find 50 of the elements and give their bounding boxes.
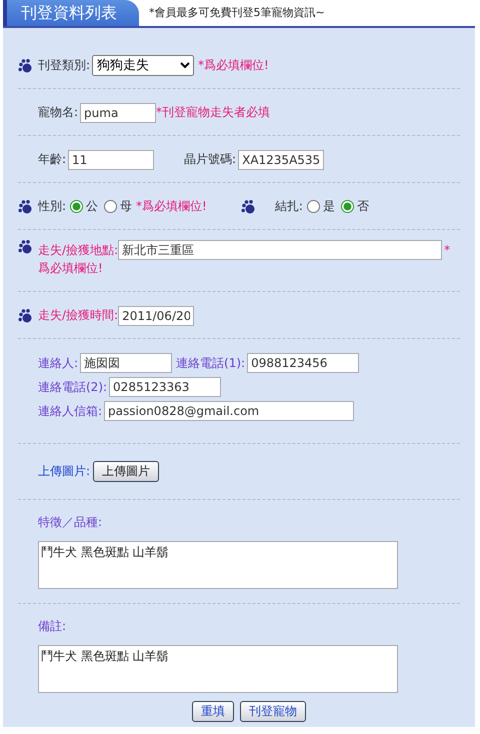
field-label: 連絡電話(2):	[38, 378, 108, 396]
field-label: 連絡人信箱:	[38, 402, 102, 420]
radio-label: 母	[120, 198, 132, 215]
field-label: 走失/撿獲時間:	[38, 307, 118, 324]
radio-button[interactable]	[104, 200, 118, 213]
input-field[interactable]: XA1235A535	[238, 150, 324, 170]
input-field[interactable]: 新北市三重區	[118, 240, 442, 260]
radio-label: 是	[322, 198, 335, 215]
input-field[interactable]: 施囡囡	[80, 353, 172, 373]
paw-icon	[18, 308, 34, 322]
page-title: 刊登資料列表	[3, 0, 139, 26]
required-note: *刊登寵物走失者必填	[156, 104, 270, 121]
field-label: 性別:	[38, 198, 66, 215]
text-area[interactable]: 鬥牛犬 黑色斑點 山羊鬍	[38, 645, 398, 693]
required-note: 爲必填欄位!	[38, 260, 104, 277]
input-field[interactable]: passion0828@gmail.com	[104, 401, 354, 421]
input-field[interactable]: 0285123363	[109, 377, 222, 397]
field-label: 連絡電話(1):	[176, 354, 246, 372]
field-label: 寵物名:	[38, 104, 78, 121]
radio-button[interactable]	[306, 200, 320, 213]
field-label: 年齡:	[38, 151, 66, 168]
input-field[interactable]: 2011/06/20	[118, 306, 194, 326]
paw-icon	[240, 200, 257, 214]
header-note: *會員最多可免費刊登5筆寵物資訊~	[149, 5, 325, 21]
paw-icon	[18, 200, 34, 214]
radio-label: 否	[356, 198, 369, 215]
field-label: 晶片號碼:	[184, 151, 236, 168]
input-field[interactable]: 11	[68, 150, 154, 170]
paw-icon	[18, 240, 34, 254]
field-label: 走失/撿獲地點:	[38, 242, 118, 258]
required-note: *爲必填欄位!	[198, 57, 269, 74]
required-mark: *	[444, 243, 450, 257]
text-area[interactable]: 鬥牛犬 黑色斑點 山羊鬍	[38, 541, 398, 589]
field-label: 刊登類別:	[38, 57, 90, 74]
radio-button[interactable]	[70, 200, 84, 213]
radio-label: 公	[86, 198, 98, 215]
paw-icon	[18, 58, 34, 72]
required-note: *爲必填欄位!	[136, 198, 207, 215]
radio-button[interactable]	[340, 200, 354, 213]
input-field[interactable]: puma	[80, 102, 156, 122]
field-label: 上傳圖片:	[38, 463, 90, 480]
field-label: 連絡人:	[38, 354, 78, 372]
form-button[interactable]: 重填	[192, 701, 234, 722]
field-label: 備註:	[38, 618, 66, 635]
field-label: 特徵／品種:	[38, 514, 102, 531]
field-label: 結扎:	[274, 198, 303, 215]
upload-button[interactable]: 上傳圖片	[93, 461, 160, 482]
form-button[interactable]: 刊登寵物	[240, 701, 306, 722]
category-select[interactable]: 狗狗走失	[92, 55, 194, 76]
input-field[interactable]: 0988123456	[247, 353, 360, 373]
